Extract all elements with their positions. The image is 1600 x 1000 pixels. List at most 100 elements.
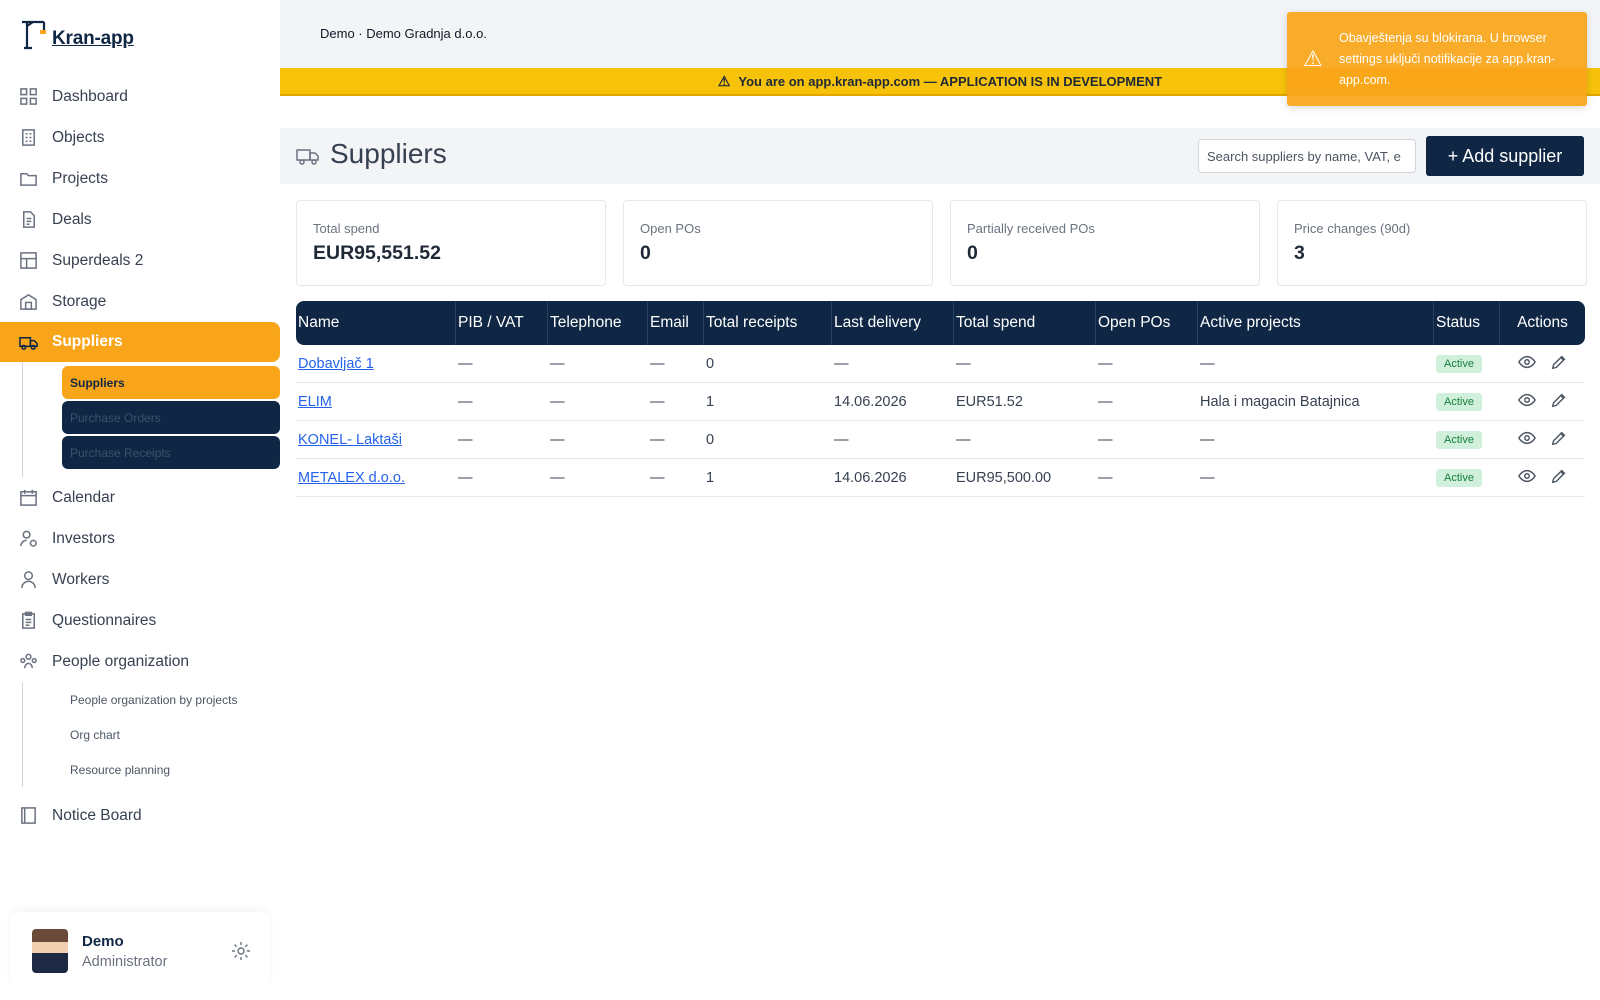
notification-toast[interactable]: ⚠ Obavještenja su blokirana. U browser s… <box>1287 12 1587 106</box>
table-cell: 14.06.2026 <box>832 459 954 497</box>
sidebar-item-deals[interactable]: Deals <box>0 199 280 240</box>
submenu-item-purchase-orders[interactable]: Purchase Orders <box>62 401 280 434</box>
gear-icon[interactable] <box>230 940 252 962</box>
row-actions <box>1502 391 1583 413</box>
table-cell: Hala i magacin Batajnica <box>1198 383 1434 421</box>
column-header[interactable]: Total receipts <box>704 301 832 345</box>
sidebar-item-notice-board[interactable]: Notice Board <box>0 795 280 836</box>
table-cell: — <box>954 345 1096 383</box>
app-name: Kran-app <box>52 28 134 49</box>
column-header[interactable]: Email <box>648 301 704 345</box>
cell-value: — <box>650 431 665 448</box>
cell-value: — <box>650 469 665 486</box>
sidebar-item-projects[interactable]: Projects <box>0 158 280 199</box>
table: Name PIB / VAT Telephone Email Total receipt… <box>296 301 1585 497</box>
sidebar-item-label: Superdeals 2 <box>52 251 144 269</box>
sidebar-item-questionnaires[interactable]: Questionnaires <box>0 600 280 641</box>
sidebar-item-label: Objects <box>52 128 105 146</box>
row-actions <box>1502 467 1583 489</box>
sidebar-item-dashboard[interactable]: Dashboard <box>0 76 280 117</box>
submenu-item-purchase-receipts[interactable]: Purchase Receipts <box>62 436 280 469</box>
table-header: Name PIB / VAT Telephone Email Total receipt… <box>296 301 1585 345</box>
cell-value: 0 <box>706 431 715 448</box>
table-cell: — <box>1096 459 1198 497</box>
supplier-name-link[interactable]: METALEX d.o.o. <box>298 470 405 486</box>
supplier-name-link[interactable]: ELIM <box>298 394 332 410</box>
sidebar-item-superdeals-2[interactable]: Superdeals 2 <box>0 240 280 281</box>
cell-value: — <box>956 431 971 448</box>
submenu-item-people-by-projects[interactable]: People organization by projects <box>62 682 280 717</box>
cell-value: EUR51.52 <box>956 393 1023 410</box>
table-cell: — <box>548 421 648 459</box>
sidebar-item-storage[interactable]: Storage <box>0 281 280 322</box>
sidebar-item-objects[interactable]: Objects <box>0 117 280 158</box>
submenu-item-suppliers[interactable]: Suppliers <box>62 366 280 399</box>
pencil-icon[interactable] <box>1550 429 1568 451</box>
sidebar-item-investors[interactable]: Investors <box>0 518 280 559</box>
table-header-row: Name PIB / VAT Telephone Email Total receipt… <box>296 301 1585 345</box>
kpi-value: 0 <box>640 242 651 264</box>
column-header[interactable]: Actions <box>1500 301 1585 345</box>
pencil-icon[interactable] <box>1550 353 1568 375</box>
sidebar-item-label: Deals <box>52 210 92 228</box>
sidebar-item-calendar[interactable]: Calendar <box>0 477 280 518</box>
cell-value: — <box>1200 355 1215 372</box>
search-input[interactable] <box>1198 139 1416 173</box>
actions-cell <box>1500 421 1585 459</box>
table-cell: — <box>648 345 704 383</box>
kpi-cards: Total spend EUR95,551.52 Open POs 0 Part… <box>296 200 1587 286</box>
table-row[interactable]: KONEL- Laktaši — — — 0 — — — — Active <box>296 421 1585 459</box>
dev-banner-text: You are on app.kran-app.com — APPLICATIO… <box>738 73 1163 89</box>
table-cell: — <box>456 383 548 421</box>
table-cell: Active <box>1434 345 1500 383</box>
sidebar-item-label: Dashboard <box>52 87 128 105</box>
column-header[interactable]: Total spend <box>954 301 1096 345</box>
table-row[interactable]: ELIM — — — 1 14.06.2026 EUR51.52 — Hala i magaci… <box>296 383 1585 421</box>
table-cell: — <box>832 421 954 459</box>
column-header[interactable]: PIB / VAT <box>456 301 548 345</box>
actions-cell <box>1500 383 1585 421</box>
table-cell: Dobavljač 1 <box>296 345 456 383</box>
sidebar-item-label: Storage <box>52 292 107 310</box>
eye-icon[interactable] <box>1517 353 1536 375</box>
submenu-item-resource-planning[interactable]: Resource planning <box>62 752 280 787</box>
eye-icon[interactable] <box>1517 467 1536 489</box>
pencil-icon[interactable] <box>1550 467 1568 489</box>
app-logo[interactable]: Kran-app <box>18 18 134 50</box>
row-actions <box>1502 429 1583 451</box>
submenu-item-org-chart[interactable]: Org chart <box>62 717 280 752</box>
column-header[interactable]: Telephone <box>548 301 648 345</box>
table-cell: — <box>1198 421 1434 459</box>
cell-value: — <box>956 355 971 372</box>
add-supplier-button[interactable]: + Add supplier <box>1426 136 1584 176</box>
column-header[interactable]: Open POs <box>1096 301 1198 345</box>
user-card[interactable]: Demo Administrator <box>10 912 270 990</box>
column-header[interactable]: Active projects <box>1198 301 1434 345</box>
table-cell: 0 <box>704 345 832 383</box>
supplier-name-link[interactable]: Dobavljač 1 <box>298 356 374 372</box>
kpi-label: Partially received POs <box>967 221 1095 236</box>
sidebar-item-label: Questionnaires <box>52 611 157 629</box>
sidebar-item-suppliers[interactable]: Suppliers <box>0 322 280 362</box>
table-cell: — <box>1096 383 1198 421</box>
cell-value: — <box>834 431 849 448</box>
sidebar-item-workers[interactable]: Workers <box>0 559 280 600</box>
table-cell: 1 <box>704 459 832 497</box>
column-header[interactable]: Last delivery <box>832 301 954 345</box>
table-row[interactable]: METALEX d.o.o. — — — 1 14.06.2026 EUR95,500.00… <box>296 459 1585 497</box>
submenu-line <box>22 362 23 477</box>
column-header[interactable]: Status <box>1434 301 1500 345</box>
supplier-name-link[interactable]: KONEL- Laktaši <box>298 432 402 448</box>
pencil-icon[interactable] <box>1550 391 1568 413</box>
sidebar-item-people-organization[interactable]: People organization <box>0 641 280 682</box>
people-icon <box>18 652 38 672</box>
table-cell: — <box>548 345 648 383</box>
eye-icon[interactable] <box>1517 429 1536 451</box>
clipboard-icon <box>18 611 38 631</box>
table-row[interactable]: Dobavljač 1 — — — 0 — — — — Active <box>296 345 1585 383</box>
row-actions <box>1502 353 1583 375</box>
table-cell: — <box>648 383 704 421</box>
column-header[interactable]: Name <box>296 301 456 345</box>
suppliers-table: Name PIB / VAT Telephone Email Total receipt… <box>296 301 1585 497</box>
eye-icon[interactable] <box>1517 391 1536 413</box>
